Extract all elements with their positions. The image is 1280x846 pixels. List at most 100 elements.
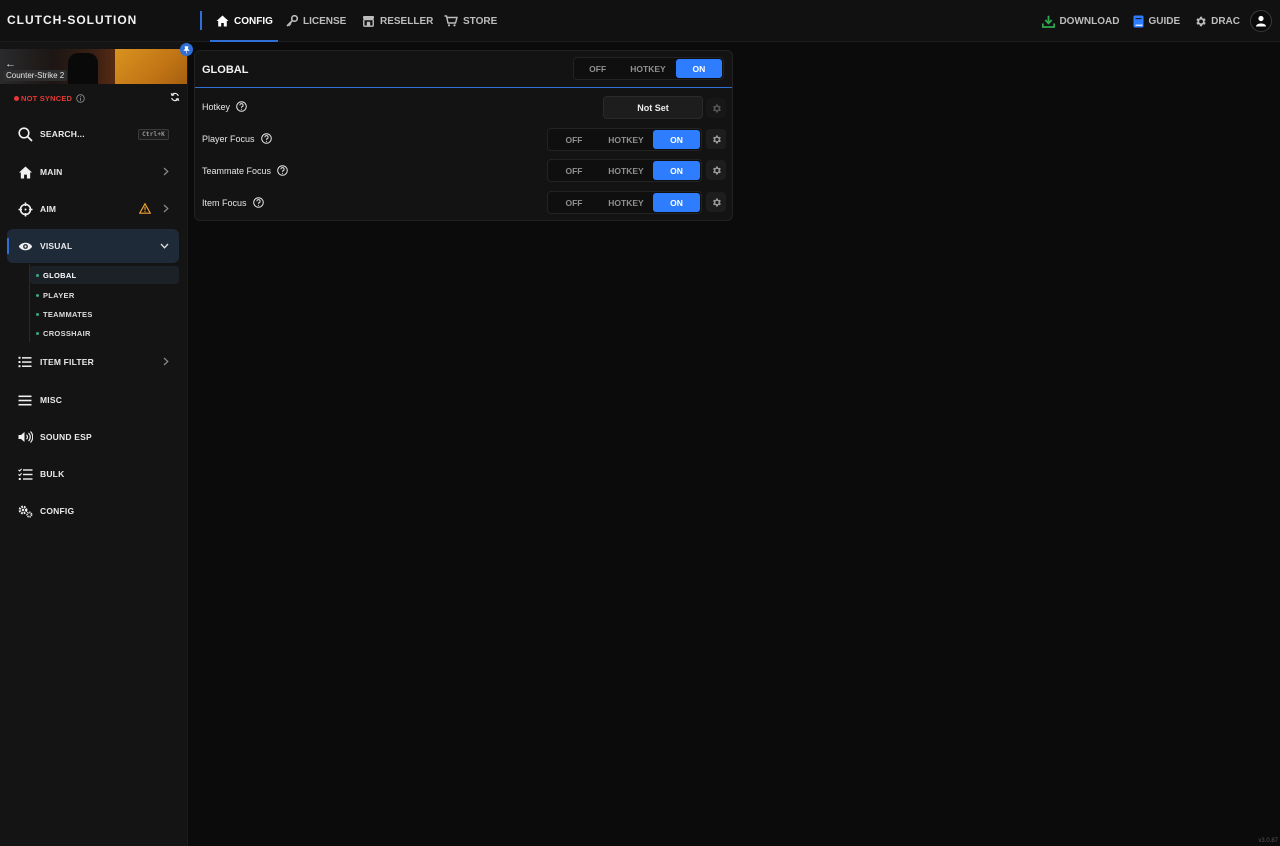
chevron-down-icon [160, 243, 169, 249]
sidebar-subitem-label: PLAYER [43, 290, 75, 300]
sidebar-item-visual[interactable]: VISUAL [7, 229, 179, 263]
hotkey-settings-button[interactable] [706, 98, 726, 118]
nav-tab-label: STORE [463, 15, 498, 27]
help-icon[interactable] [277, 165, 288, 176]
mode-on-option[interactable]: ON [675, 59, 723, 78]
top-right-actions: DOWNLOAD GUIDE DRAC [1028, 0, 1272, 42]
sidebar-subitem-label: TEAMMATES [43, 309, 93, 319]
app-version: v3.0.87 [1258, 838, 1278, 844]
global-mode-toggle: OFF HOTKEY ON [573, 57, 724, 80]
sidebar-item-config[interactable]: CONFIG [7, 494, 179, 528]
user-icon [1255, 15, 1267, 27]
gear-icon [711, 134, 722, 145]
hotkey-bind-button[interactable]: Not Set [603, 96, 703, 119]
sidebar-item-aim[interactable]: AIM [7, 192, 179, 226]
game-name: Counter-Strike 2 [3, 70, 68, 81]
top-bar: CLUTCH-SOLUTION CONFIG LICENSE RESELLER … [0, 0, 1280, 42]
sidebar-item-main[interactable]: MAIN [7, 155, 179, 189]
item-focus-toggle: OFF HOTKEY ON [547, 191, 702, 214]
toggle-hotkey-option[interactable]: HOTKEY [600, 160, 652, 181]
sidebar-item-label: MAIN [40, 167, 63, 177]
sidebar-item-label: VISUAL [40, 241, 73, 251]
refresh-icon[interactable] [170, 92, 180, 102]
global-settings-panel: GLOBAL OFF HOTKEY ON Hotkey Not Set Play… [194, 50, 733, 221]
search-icon [17, 126, 33, 142]
sidebar-item-label: ITEM FILTER [40, 357, 94, 367]
sidebar-subitem-label: CROSSHAIR [43, 328, 91, 338]
sidebar: ← Counter-Strike 2 NOT SYNCED SEARCH... … [0, 42, 193, 846]
chevron-right-icon [163, 167, 169, 176]
back-arrow-icon[interactable]: ← [5, 58, 16, 70]
user-settings-button[interactable]: DRAC [1194, 15, 1240, 28]
status-dot [14, 95, 19, 101]
nav-tab-reseller[interactable]: RESELLER [354, 0, 436, 42]
top-nav: CONFIG LICENSE RESELLER STORE [208, 0, 500, 42]
panel-title: GLOBAL [202, 64, 249, 76]
book-icon [1133, 15, 1144, 28]
mode-off-option[interactable]: OFF [574, 58, 621, 79]
toggle-off-option[interactable]: OFF [548, 129, 600, 150]
mode-hotkey-option[interactable]: HOTKEY [621, 58, 674, 79]
toggle-off-option[interactable]: OFF [548, 160, 600, 181]
help-icon[interactable] [252, 197, 264, 208]
player-focus-settings-button[interactable] [706, 129, 726, 149]
home-icon [17, 166, 33, 179]
list-icon [17, 356, 33, 368]
help-icon[interactable] [260, 133, 272, 144]
panel-header: GLOBAL OFF HOTKEY ON [195, 51, 732, 88]
sidebar-item-bulk[interactable]: BULK [7, 457, 179, 491]
user-name: DRAC [1211, 15, 1240, 27]
pin-icon[interactable] [180, 43, 193, 56]
nav-tab-label: CONFIG [234, 15, 273, 27]
teammate-focus-settings-button[interactable] [706, 160, 726, 180]
sidebar-subitem-crosshair[interactable]: CROSSHAIR [30, 324, 179, 342]
game-banner[interactable]: ← Counter-Strike 2 [0, 49, 187, 84]
toggle-off-option[interactable]: OFF [548, 192, 600, 213]
sidebar-item-label: MISC [40, 395, 63, 405]
nav-tab-config[interactable]: CONFIG [208, 0, 278, 42]
sidebar-item-label: CONFIG [40, 506, 75, 516]
store-icon [362, 15, 375, 27]
crosshair-icon [17, 202, 33, 217]
sidebar-item-item-filter[interactable]: ITEM FILTER [7, 345, 179, 379]
gear-icon [711, 165, 722, 176]
toggle-on-option[interactable]: ON [653, 161, 700, 180]
avatar[interactable] [1250, 10, 1272, 32]
sidebar-item-sound-esp[interactable]: SOUND ESP [7, 420, 179, 454]
home-icon [216, 15, 229, 27]
speaker-icon [17, 431, 33, 443]
sidebar-item-misc[interactable]: MISC [7, 383, 179, 417]
warning-icon [139, 203, 151, 214]
brand-logo[interactable]: CLUTCH-SOLUTION [7, 13, 137, 27]
sidebar-subitem-global[interactable]: GLOBAL [30, 266, 179, 284]
chevron-right-icon [163, 204, 169, 213]
guide-button[interactable]: GUIDE [1133, 15, 1180, 28]
gear-icon [711, 197, 722, 208]
download-button[interactable]: DOWNLOAD [1042, 15, 1119, 28]
sidebar-subitem-teammates[interactable]: TEAMMATES [30, 305, 179, 323]
teammate-focus-label: Teammate Focus [202, 165, 288, 176]
sidebar-subitem-player[interactable]: PLAYER [30, 286, 179, 304]
nav-tab-license[interactable]: LICENSE [278, 0, 354, 42]
item-focus-label: Item Focus [202, 197, 264, 208]
menu-icon [17, 395, 33, 406]
sync-status: NOT SYNCED [14, 92, 180, 104]
sidebar-subitem-label: GLOBAL [43, 270, 77, 280]
sidebar-item-label: BULK [40, 469, 65, 479]
item-focus-settings-button[interactable] [706, 192, 726, 212]
info-icon[interactable] [76, 93, 85, 103]
download-label: DOWNLOAD [1059, 15, 1120, 27]
eye-icon [17, 241, 33, 252]
help-icon[interactable] [236, 101, 247, 112]
sidebar-search[interactable]: SEARCH... Ctrl+K [7, 117, 179, 151]
teammate-focus-toggle: OFF HOTKEY ON [547, 159, 702, 182]
toggle-hotkey-option[interactable]: HOTKEY [600, 192, 652, 213]
checklist-icon [17, 467, 33, 481]
toggle-on-option[interactable]: ON [653, 130, 700, 149]
nav-tab-store[interactable]: STORE [436, 0, 500, 42]
toggle-hotkey-option[interactable]: HOTKEY [600, 129, 652, 150]
nav-tab-label: RESELLER [380, 15, 434, 27]
toggle-on-option[interactable]: ON [653, 193, 700, 212]
sidebar-item-label: AIM [40, 204, 57, 214]
gear-icon [1194, 15, 1207, 28]
